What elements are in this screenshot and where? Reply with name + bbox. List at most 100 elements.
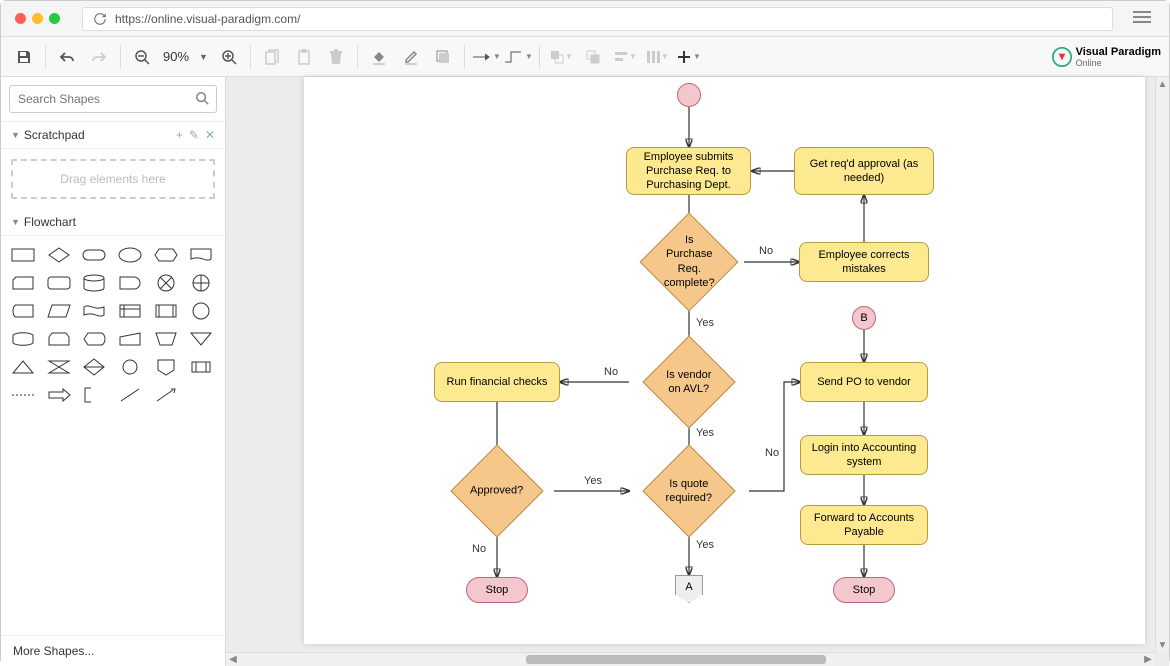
shape-annotation[interactable]: [80, 384, 108, 406]
shape-extract[interactable]: [9, 356, 37, 378]
zoom-level[interactable]: 90%: [159, 49, 193, 64]
canvas[interactable]: Employee submits Purchase Req. to Purcha…: [304, 77, 1145, 644]
shape-display2[interactable]: [9, 328, 37, 350]
start-terminator[interactable]: [677, 83, 701, 107]
shape-roundrect[interactable]: [45, 272, 73, 294]
brand-logo[interactable]: Visual Paradigm Online: [1052, 46, 1161, 68]
shape-tape[interactable]: [80, 300, 108, 322]
flowchart-label: Flowchart: [24, 215, 76, 229]
scratchpad-header[interactable]: ▼ Scratchpad + ✎ ✕: [1, 122, 225, 149]
to-back-button[interactable]: [578, 42, 608, 72]
shape-parallelogram[interactable]: [45, 300, 73, 322]
shape-cylinder[interactable]: [80, 272, 108, 294]
undo-button[interactable]: [52, 42, 82, 72]
scratchpad-add-icon[interactable]: +: [176, 128, 183, 142]
shape-arrow[interactable]: [45, 384, 73, 406]
shape-sort[interactable]: [80, 356, 108, 378]
scroll-left-icon[interactable]: ◀: [226, 653, 240, 666]
connector-b[interactable]: B: [852, 306, 876, 330]
window-maximize-dot[interactable]: [49, 13, 60, 24]
shape-terminator[interactable]: [80, 244, 108, 266]
shape-or[interactable]: [187, 272, 215, 294]
shape-display[interactable]: [80, 328, 108, 350]
window-close-dot[interactable]: [15, 13, 26, 24]
hamburger-menu-icon[interactable]: [1129, 6, 1155, 31]
sidebar: ▼ Scratchpad + ✎ ✕ Drag elements here ▼ …: [1, 77, 226, 666]
scratchpad-dropzone[interactable]: Drag elements here: [11, 159, 215, 199]
node-approved[interactable]: Approved?: [450, 444, 543, 537]
shape-process[interactable]: [9, 244, 37, 266]
shape-internal-storage[interactable]: [116, 300, 144, 322]
redo-button[interactable]: [84, 42, 114, 72]
node-employee-submits[interactable]: Employee submits Purchase Req. to Purcha…: [626, 147, 751, 195]
shape-card[interactable]: [9, 272, 37, 294]
more-shapes-link[interactable]: More Shapes...: [1, 635, 225, 666]
scroll-up-icon[interactable]: ▲: [1156, 77, 1169, 91]
align-button[interactable]: ▼: [610, 42, 640, 72]
shape-delay[interactable]: [116, 272, 144, 294]
shape-xor[interactable]: [152, 272, 180, 294]
url-bar[interactable]: https://online.visual-paradigm.com/: [82, 7, 1113, 31]
stop-2[interactable]: Stop: [833, 577, 895, 603]
line-color-button[interactable]: [396, 42, 426, 72]
window-minimize-dot[interactable]: [32, 13, 43, 24]
refresh-icon[interactable]: [93, 12, 107, 26]
shape-ellipse[interactable]: [116, 244, 144, 266]
distribute-button[interactable]: ▼: [642, 42, 672, 72]
shadow-button[interactable]: [428, 42, 458, 72]
shape-connector-circle-small[interactable]: [116, 356, 144, 378]
shape-collate[interactable]: [45, 356, 73, 378]
scratchpad-close-icon[interactable]: ✕: [205, 128, 215, 142]
waypoint-style-button[interactable]: ▼: [503, 42, 533, 72]
search-shapes-input[interactable]: [9, 85, 217, 113]
zoom-out-button[interactable]: [127, 42, 157, 72]
node-is-vendor-avl[interactable]: Is vendor on AVL?: [642, 335, 735, 428]
node-send-po[interactable]: Send PO to vendor: [800, 362, 928, 402]
shape-decision[interactable]: [45, 244, 73, 266]
shape-merge[interactable]: [187, 328, 215, 350]
save-button[interactable]: [9, 42, 39, 72]
node-get-approval[interactable]: Get req'd approval (as needed): [794, 147, 934, 195]
shape-offpage[interactable]: [152, 356, 180, 378]
flowchart-header[interactable]: ▼ Flowchart: [1, 209, 225, 236]
node-forward-ap[interactable]: Forward to Accounts Payable: [800, 505, 928, 545]
shape-predefined[interactable]: [152, 300, 180, 322]
shape-line[interactable]: [116, 384, 144, 406]
paste-button[interactable]: [289, 42, 319, 72]
delete-button[interactable]: [321, 42, 351, 72]
to-front-button[interactable]: ▼: [546, 42, 576, 72]
node-run-financial[interactable]: Run financial checks: [434, 362, 560, 402]
vertical-scrollbar[interactable]: ▲ ▼: [1155, 77, 1169, 652]
horizontal-scrollbar[interactable]: ◀ ▶: [226, 652, 1155, 666]
shape-arrow-line[interactable]: [152, 384, 180, 406]
node-employee-corrects[interactable]: Employee corrects mistakes: [799, 242, 929, 282]
connection-style-button[interactable]: ▼: [471, 42, 501, 72]
node-is-quote-required[interactable]: Is quote required?: [642, 444, 735, 537]
scroll-thumb[interactable]: [526, 655, 826, 664]
scroll-right-icon[interactable]: ▶: [1141, 653, 1155, 666]
zoom-dropdown-icon[interactable]: ▼: [195, 52, 212, 62]
add-button[interactable]: ▼: [674, 42, 704, 72]
node-is-complete[interactable]: Is Purchase Req. complete?: [640, 213, 739, 312]
label-d3-no: No: [472, 543, 486, 555]
shape-transfer[interactable]: [9, 384, 37, 406]
fill-color-button[interactable]: [364, 42, 394, 72]
copy-button[interactable]: [257, 42, 287, 72]
shape-manual-op[interactable]: [152, 328, 180, 350]
node-login-accounting[interactable]: Login into Accounting system: [800, 435, 928, 475]
scratchpad-edit-icon[interactable]: ✎: [189, 128, 199, 142]
shape-circle[interactable]: [187, 300, 215, 322]
stop-1[interactable]: Stop: [466, 577, 528, 603]
zoom-in-button[interactable]: [214, 42, 244, 72]
shape-loop-limit[interactable]: [45, 328, 73, 350]
shape-hexagon[interactable]: [152, 244, 180, 266]
scroll-down-icon[interactable]: ▼: [1156, 638, 1169, 652]
label-d4-no: No: [765, 447, 779, 459]
shape-stored-data[interactable]: [187, 356, 215, 378]
shape-manual-input[interactable]: [116, 328, 144, 350]
offpage-a[interactable]: A: [675, 575, 703, 603]
caret-down-icon: ▼: [11, 217, 20, 227]
search-icon[interactable]: [195, 91, 209, 105]
shape-document[interactable]: [187, 244, 215, 266]
shape-storage[interactable]: [9, 300, 37, 322]
